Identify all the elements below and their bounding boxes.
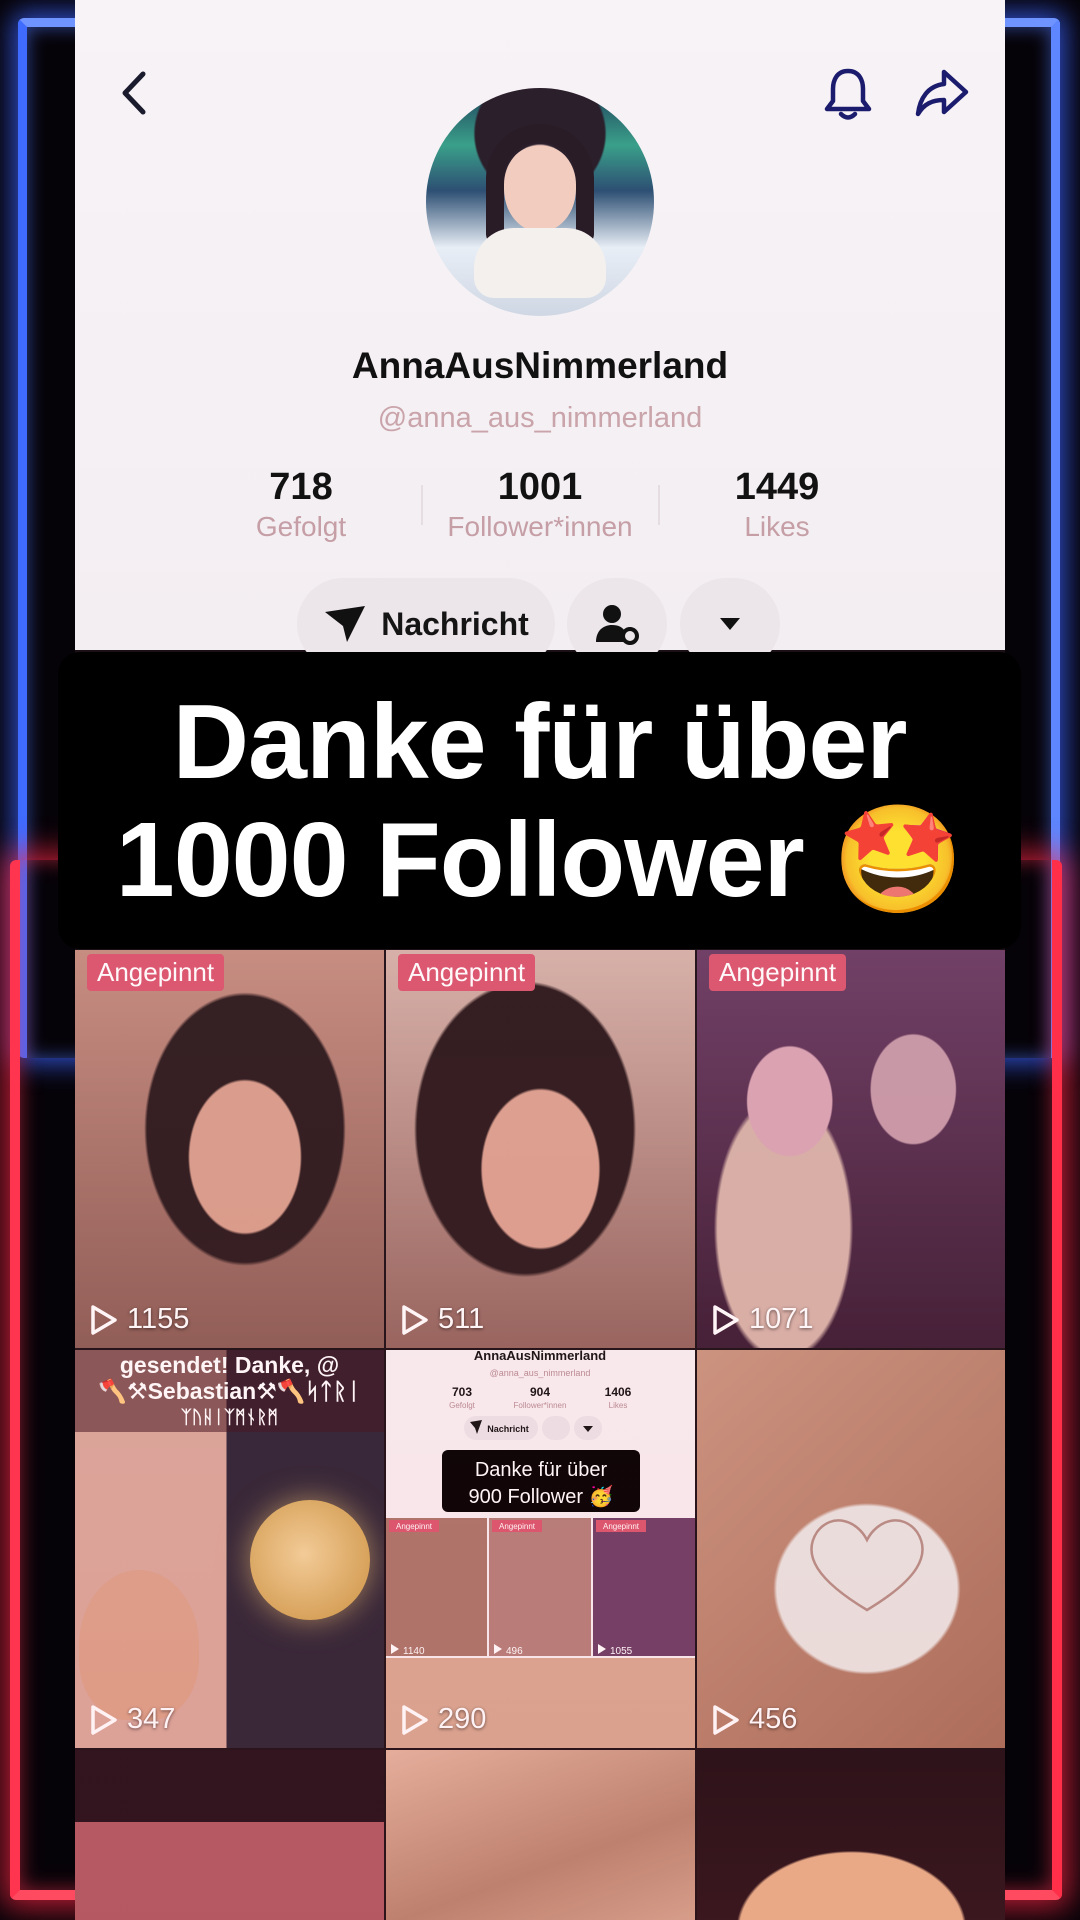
view-count-value: 1155	[127, 1303, 190, 1335]
nested-pinned-badge: Angepinnt	[396, 1522, 433, 1531]
nested-view-count: 1140	[403, 1646, 425, 1657]
likes-count: 1449	[734, 466, 820, 508]
nested-message-label: Nachricht	[487, 1424, 529, 1434]
gingerbread-image	[79, 1570, 199, 1720]
nested-pinned-badge: Angepinnt	[603, 1522, 640, 1531]
video-caption: gesendet! Danke, @ 🪓⚒Sebastian⚒🪓ᛋᛏᚱᛁ ᛉᚢᚺ…	[75, 1350, 384, 1432]
video-thumbnail[interactable]: AnnaAusNimmerland @anna_aus_nimmerland 7…	[386, 1350, 695, 1748]
video-thumbnail[interactable]: Angepinnt 1071	[697, 950, 1005, 1348]
video-thumbnail[interactable]: Angepinnt 1155	[75, 950, 384, 1348]
back-icon[interactable]	[99, 58, 169, 128]
view-count: 1071	[711, 1303, 814, 1336]
followers-stat[interactable]: 1001 Follower*innen	[420, 466, 660, 543]
display-name: AnnaAusNimmerland	[351, 345, 729, 386]
video-grid: Angepinnt 1155 Angepinnt 511 Angepinnt 1…	[75, 950, 1005, 1920]
caption-line: gesendet! Danke, @	[119, 1352, 340, 1378]
video-thumbnail[interactable]	[386, 1750, 695, 1920]
video-thumbnail[interactable]: Angepinnt 511	[386, 950, 695, 1348]
play-icon	[91, 1704, 117, 1735]
caption-line: ᛉᚢᚺᛁᛉᛗᚾᚱᛗ	[180, 1407, 279, 1427]
nested-stat-label: Likes	[609, 1401, 628, 1410]
view-count: 511	[400, 1303, 484, 1336]
send-icon	[325, 606, 366, 642]
followers-count: 1001	[497, 466, 583, 508]
play-icon	[91, 1304, 117, 1335]
pinned-badge: Angepinnt	[398, 954, 536, 991]
nested-display-name: AnnaAusNimmerland	[474, 1350, 606, 1363]
nested-banner-line: Danke für über	[475, 1459, 608, 1481]
message-button-label: Nachricht	[381, 605, 529, 642]
heart-drawing	[810, 1519, 924, 1612]
nested-banner-line: 900 Follower 🥳	[469, 1484, 614, 1508]
caption-line: 🪓⚒Sebastian⚒🪓ᛋᛏᚱᛁ	[98, 1378, 361, 1404]
view-count-value: 347	[127, 1703, 176, 1735]
nested-stat-value: 703	[452, 1385, 472, 1399]
video-thumbnail[interactable]	[697, 1750, 1005, 1920]
phone-screen: AnnaAusNimmerland @anna_aus_nimmerland 7…	[75, 0, 1005, 1920]
thank-you-banner: Danke für über 1000 Follower 🤩	[58, 652, 1021, 949]
view-count: 1155	[89, 1303, 189, 1336]
banner-line-2: 1000 Follower 🤩	[115, 800, 964, 919]
play-icon	[402, 1304, 428, 1335]
moon-image	[250, 1500, 370, 1620]
video-thumbnail[interactable]: gesendet! Danke, @ 🪓⚒Sebastian⚒🪓ᛋᛏᚱᛁ ᛉᚢᚺ…	[75, 1350, 384, 1748]
pinned-badge: Angepinnt	[709, 954, 847, 991]
followers-label: Follower*innen	[447, 511, 633, 542]
nested-stat-value: 904	[530, 1385, 550, 1399]
nested-handle: @anna_aus_nimmerland	[490, 1368, 591, 1378]
profile-header: AnnaAusNimmerland @anna_aus_nimmerland 7…	[75, 0, 1005, 670]
video-thumbnail[interactable]	[75, 1750, 384, 1920]
bell-icon[interactable]	[813, 58, 883, 128]
nested-stat-label: Follower*innen	[514, 1401, 567, 1410]
following-stat[interactable]: 718 Gefolgt	[181, 466, 421, 543]
play-icon	[402, 1704, 428, 1735]
nested-pinned-badge: Angepinnt	[499, 1522, 536, 1531]
view-count: 290	[400, 1703, 486, 1736]
banner-line-1: Danke für über	[172, 682, 907, 801]
view-count-value: 456	[749, 1703, 798, 1735]
pinned-badge: Angepinnt	[87, 954, 225, 991]
view-count: 347	[89, 1703, 175, 1736]
share-arrow-icon[interactable]	[907, 58, 977, 128]
nested-stat-label: Gefolgt	[449, 1401, 476, 1410]
nested-profile-screenshot: AnnaAusNimmerland @anna_aus_nimmerland 7…	[386, 1350, 695, 1748]
play-icon	[713, 1304, 739, 1335]
following-count: 718	[269, 466, 333, 508]
nested-stat-value: 1406	[605, 1385, 632, 1399]
likes-stat: 1449 Likes	[657, 466, 897, 543]
username-handle: @anna_aus_nimmerland	[377, 402, 703, 434]
nested-view-count: 1055	[610, 1646, 633, 1657]
avatar[interactable]	[426, 88, 654, 316]
view-count-value: 511	[438, 1303, 485, 1335]
likes-label: Likes	[744, 511, 810, 542]
view-count: 456	[711, 1703, 797, 1736]
video-thumbnail[interactable]: 456	[697, 1350, 1005, 1748]
nested-view-count: 496	[506, 1646, 523, 1657]
play-icon	[713, 1704, 739, 1735]
view-count-value: 290	[438, 1703, 487, 1735]
following-label: Gefolgt	[255, 511, 347, 542]
view-count-value: 1071	[749, 1303, 814, 1335]
